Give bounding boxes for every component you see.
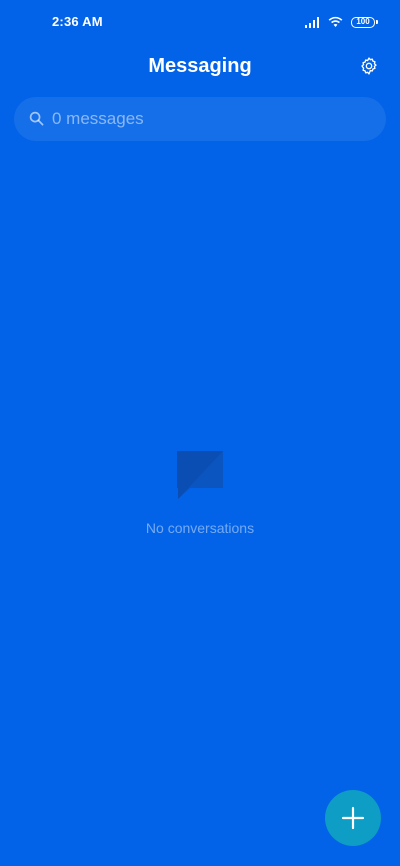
gear-icon bbox=[361, 57, 377, 75]
empty-state-text: No conversations bbox=[145, 520, 255, 536]
battery-level: 100 bbox=[356, 17, 370, 26]
plus-icon bbox=[341, 806, 365, 830]
settings-button[interactable] bbox=[358, 55, 380, 77]
empty-state: No conversations bbox=[0, 448, 400, 536]
status-bar: 2:36 AM 100 bbox=[0, 0, 400, 44]
status-time: 2:36 AM bbox=[52, 14, 103, 29]
search-icon bbox=[29, 111, 44, 126]
status-icons: 100 bbox=[305, 14, 378, 30]
signal-icon bbox=[305, 16, 319, 28]
page-title: Messaging bbox=[148, 55, 252, 77]
search-input[interactable]: 0 messages bbox=[14, 97, 386, 141]
battery-icon: 100 bbox=[351, 16, 378, 28]
new-message-button[interactable] bbox=[325, 790, 381, 846]
message-bubble-icon bbox=[177, 451, 223, 499]
search-placeholder: 0 messages bbox=[52, 109, 144, 128]
wifi-icon bbox=[328, 16, 343, 27]
